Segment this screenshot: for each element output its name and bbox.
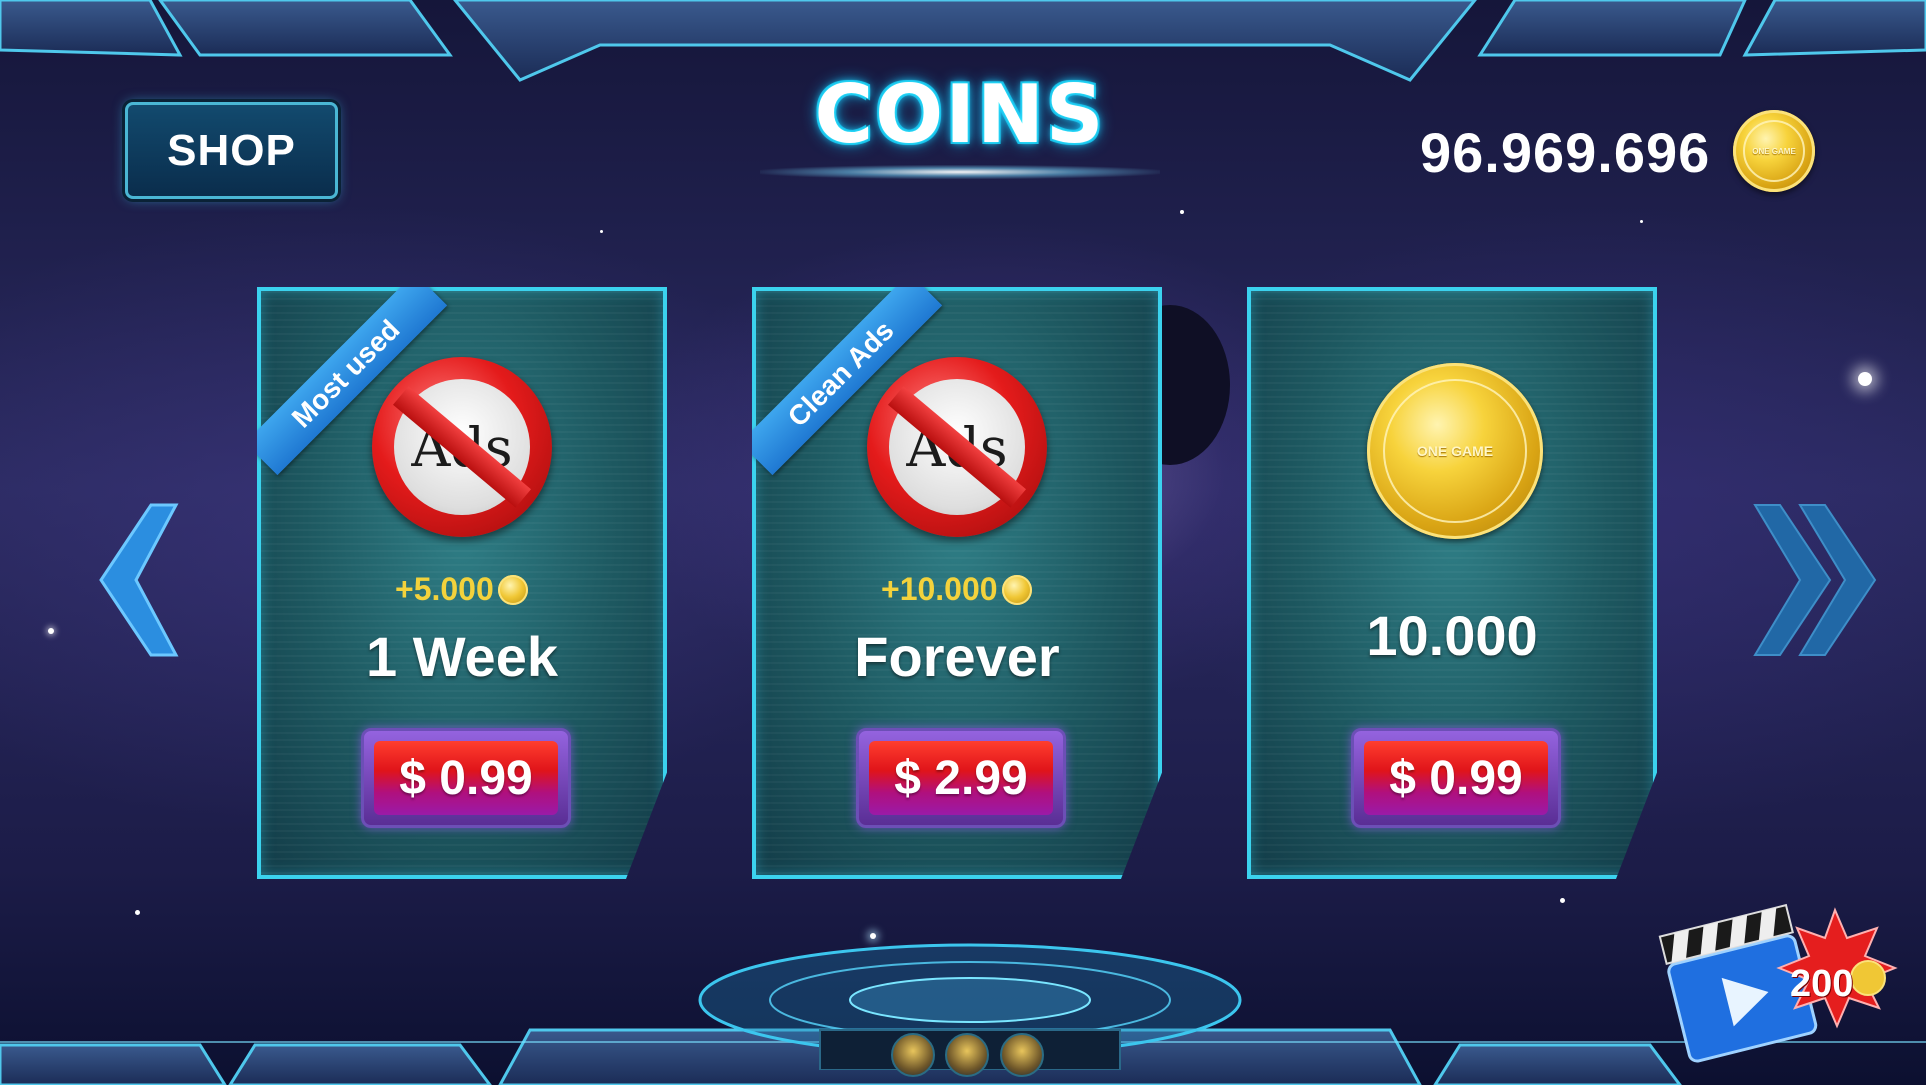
- offer-duration: Forever: [854, 625, 1060, 688]
- bonus-coins-value: +5.000: [395, 571, 494, 607]
- double-chevron-right-icon[interactable]: [1750, 500, 1880, 660]
- hero-icon[interactable]: [1000, 1033, 1044, 1077]
- star: [1560, 898, 1565, 903]
- price-label: $ 0.99: [1364, 741, 1548, 815]
- no-ads-icon: Ads: [867, 357, 1047, 537]
- no-ads-icon: Ads: [372, 357, 552, 537]
- bonus-coins-value: +10.000: [881, 571, 998, 607]
- price-label: $ 2.99: [869, 741, 1053, 815]
- star: [870, 933, 876, 939]
- star: [48, 628, 54, 634]
- buy-button[interactable]: $ 2.99: [856, 728, 1066, 828]
- price-label: $ 0.99: [374, 741, 558, 815]
- coin-amount: 10.000: [1366, 604, 1538, 667]
- buy-button[interactable]: $ 0.99: [361, 728, 571, 828]
- offer-card-coins[interactable]: ONE GAME 10.000 $ 0.99: [1247, 287, 1657, 879]
- video-reward-amount: 200: [1790, 963, 1854, 1005]
- offer-card-forever[interactable]: Clean Ads Ads +10.000 Forever $ 2.99: [752, 287, 1162, 879]
- offer-duration: 1 Week: [366, 625, 558, 688]
- shop-button-label: SHOP: [167, 125, 296, 175]
- gold-coin-icon: ONE GAME: [1367, 363, 1543, 539]
- chevron-left-icon[interactable]: [96, 500, 186, 660]
- buy-button[interactable]: $ 0.99: [1351, 728, 1561, 828]
- coin-icon: [1001, 574, 1032, 605]
- coin-brand-text: ONE GAME: [1743, 120, 1805, 182]
- gold-coin-icon: ONE GAME: [1733, 110, 1815, 192]
- star: [600, 230, 603, 233]
- star: [135, 910, 140, 915]
- hero-icon[interactable]: [945, 1033, 989, 1077]
- page-title: COINS: [814, 68, 1106, 161]
- hero-icon[interactable]: [891, 1033, 935, 1077]
- coin-balance: 96.969.696: [1420, 121, 1711, 184]
- coin-icon: [497, 574, 528, 605]
- bonus-coins: +5.000: [395, 571, 528, 608]
- coin-brand-text: ONE GAME: [1383, 379, 1527, 523]
- bonus-coins: +10.000: [881, 571, 1032, 608]
- offer-card-1week[interactable]: Most used Ads +5.000 1 Week $ 0.99: [257, 287, 667, 879]
- clapperboard-play-icon[interactable]: [1655, 880, 1910, 1070]
- title-glow: [760, 165, 1160, 179]
- shop-button[interactable]: SHOP: [125, 102, 338, 199]
- star: [1640, 220, 1643, 223]
- star: [1858, 372, 1872, 386]
- star: [1180, 210, 1184, 214]
